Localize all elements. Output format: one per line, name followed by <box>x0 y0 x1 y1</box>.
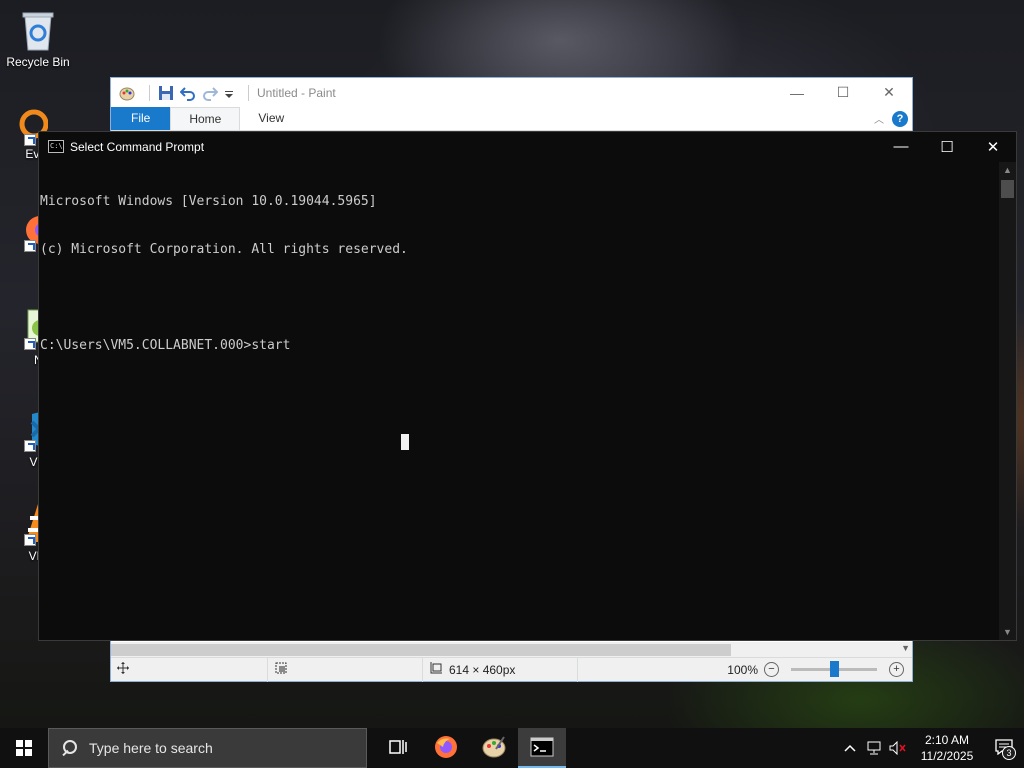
console-line: (c) Microsoft Corporation. All rights re… <box>40 242 408 257</box>
desktop-icon-recycle-bin[interactable]: Recycle Bin <box>0 8 76 70</box>
cmd-window-controls: — ☐ ✕ <box>878 132 1016 161</box>
zoom-out-button[interactable]: − <box>764 662 779 677</box>
taskbar-paint-button[interactable] <box>470 728 518 768</box>
task-view-button[interactable] <box>374 728 422 768</box>
minimize-button[interactable]: — <box>774 78 820 107</box>
zoom-controls: 100% − + <box>727 661 912 677</box>
volume-muted-icon[interactable] <box>886 728 910 768</box>
action-center-button[interactable]: 3 <box>984 728 1024 768</box>
paint-ribbon-tabs: File Home View ︿ ? <box>111 107 912 131</box>
scroll-down-icon[interactable]: ▼ <box>1003 627 1012 637</box>
paint-status-bar: 614 × 460px 100% − + <box>111 657 912 682</box>
command-prompt-window[interactable]: C:\ Select Command Prompt — ☐ ✕ Microsof… <box>38 131 1017 641</box>
customize-quick-access-icon[interactable] <box>224 85 234 101</box>
cmd-icon: C:\ <box>48 140 64 153</box>
image-size-icon <box>429 661 443 678</box>
firefox-icon <box>434 735 458 762</box>
console-prompt-line: C:\Users\VM5.COLLABNET.000>start <box>40 338 291 353</box>
maximize-button[interactable]: ☐ <box>924 132 970 161</box>
image-size-cell: 614 × 460px <box>423 657 578 682</box>
separator <box>248 84 249 101</box>
cmd-icon <box>530 737 554 760</box>
selection-size-cell <box>268 657 423 682</box>
network-icon[interactable] <box>862 728 886 768</box>
console-line: Microsoft Windows [Version 10.0.19044.59… <box>40 194 377 209</box>
clock-date: 11/2/2025 <box>920 749 974 763</box>
close-button[interactable]: ✕ <box>866 78 912 107</box>
taskbar-firefox-button[interactable] <box>422 728 470 768</box>
taskbar-search-box[interactable]: Type here to search <box>48 728 367 768</box>
taskbar: Type here to search 2:10 AM 11/2/2025 3 <box>0 728 1024 768</box>
task-view-icon <box>389 739 407 758</box>
move-cursor-icon <box>117 662 129 677</box>
desktop-icon-label: Recycle Bin <box>6 55 70 69</box>
image-size-text: 614 × 460px <box>449 662 516 677</box>
start-button[interactable] <box>0 728 48 768</box>
taskbar-cmd-button[interactable] <box>518 728 566 768</box>
taskbar-clock[interactable]: 2:10 AM 11/2/2025 <box>910 732 984 764</box>
maximize-button[interactable]: ☐ <box>820 78 866 107</box>
paint-horizontal-scrollbar[interactable]: ▼ <box>111 642 912 658</box>
paint-icon <box>482 735 506 762</box>
cursor-position-cell <box>111 657 268 682</box>
clock-time: 2:10 AM <box>924 733 970 747</box>
minimize-button[interactable]: — <box>878 132 924 161</box>
search-placeholder: Type here to search <box>89 740 213 756</box>
tab-file[interactable]: File <box>111 107 171 130</box>
zoom-level-text: 100% <box>727 662 758 677</box>
shortcut-arrow-icon <box>24 534 36 546</box>
zoom-slider-thumb[interactable] <box>829 661 839 677</box>
tab-view[interactable]: View <box>240 107 302 130</box>
scroll-up-icon[interactable]: ▲ <box>1003 165 1012 175</box>
scroll-down-icon[interactable]: ▼ <box>901 643 910 653</box>
selection-icon <box>274 661 288 678</box>
cmd-window-title: Select Command Prompt <box>70 139 205 154</box>
redo-icon[interactable] <box>202 85 219 101</box>
text-cursor <box>401 434 409 450</box>
system-tray: 2:10 AM 11/2/2025 3 <box>838 728 1024 768</box>
shortcut-arrow-icon <box>24 338 36 350</box>
paint-titlebar[interactable]: Untitled - Paint — ☐ ✕ <box>111 78 912 107</box>
collapse-ribbon-icon[interactable]: ︿ <box>874 111 884 126</box>
zoom-in-button[interactable]: + <box>889 662 904 677</box>
paint-app-icon[interactable] <box>119 85 135 101</box>
shortcut-arrow-icon <box>24 240 36 252</box>
tab-home[interactable]: Home <box>170 107 241 130</box>
paint-window-title: Untitled - Paint <box>257 85 336 100</box>
scrollbar-thumb[interactable] <box>111 644 731 656</box>
zoom-slider[interactable] <box>791 661 877 677</box>
cmd-console-output[interactable]: Microsoft Windows [Version 10.0.19044.59… <box>40 162 999 640</box>
ribbon-right-controls: ︿ ? <box>874 107 912 130</box>
recycle-bin-icon <box>18 8 58 52</box>
close-button[interactable]: ✕ <box>970 132 1016 161</box>
scrollbar-thumb[interactable] <box>1001 180 1014 198</box>
shortcut-arrow-icon <box>24 440 36 452</box>
shortcut-arrow-icon <box>24 134 36 146</box>
windows-logo-icon <box>16 740 32 756</box>
search-icon <box>61 740 77 756</box>
undo-icon[interactable] <box>179 85 196 101</box>
cmd-vertical-scrollbar[interactable]: ▲ ▼ <box>999 162 1016 640</box>
cmd-titlebar[interactable]: C:\ Select Command Prompt — ☐ ✕ <box>39 132 1016 161</box>
paint-window-controls: — ☐ ✕ <box>774 78 912 107</box>
save-icon[interactable] <box>158 85 174 101</box>
notification-count-badge: 3 <box>1002 746 1016 760</box>
help-icon[interactable]: ? <box>892 110 908 127</box>
show-hidden-icons-button[interactable] <box>838 728 862 768</box>
separator <box>149 84 150 101</box>
